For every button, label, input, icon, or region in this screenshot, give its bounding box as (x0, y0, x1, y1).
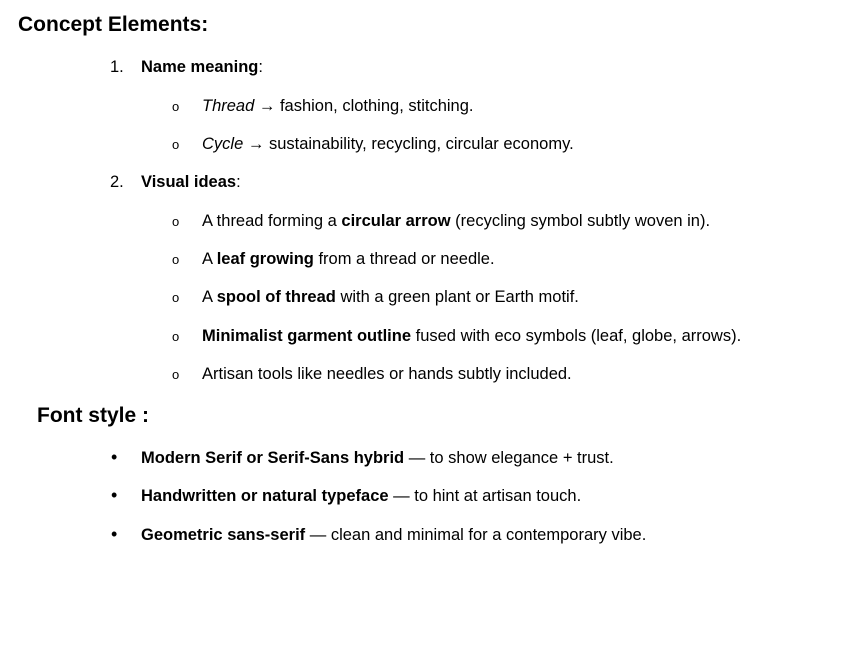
arrow: → (243, 135, 269, 153)
font-item-modern-serif: Modern Serif or Serif-Sans hybrid — to s… (141, 447, 614, 469)
sub-item-thread: Thread → fashion, clothing, stitching. (202, 95, 473, 117)
list-number: 1. (110, 58, 124, 76)
sub-item-garment-outline: Minimalist garment outline fused with ec… (202, 325, 741, 347)
font-item-geometric-sans: Geometric sans-serif — clean and minimal… (141, 524, 646, 546)
sub-bullet: o (172, 99, 180, 114)
list-item-visual-ideas: Visual ideas: (141, 171, 241, 193)
sub-bullet: o (172, 367, 180, 382)
bold-segment: Handwritten or natural typeface (141, 487, 389, 505)
sub-bullet: o (172, 214, 180, 229)
bullet: • (111, 447, 118, 467)
text-segment: A (202, 288, 217, 306)
list-item-title: Name meaning (141, 58, 259, 76)
sub-item-term: Cycle (202, 135, 244, 153)
text-segment: (recycling symbol subtly woven in). (450, 212, 711, 230)
text-segment: fused with eco symbols (leaf, globe, arr… (411, 327, 742, 345)
text-segment: A thread forming a (202, 212, 342, 230)
list-item-title: Visual ideas (141, 173, 237, 191)
list-item-name-meaning: Name meaning: (141, 56, 263, 78)
sub-bullet: o (172, 329, 180, 344)
text-segment: from a thread or needle. (313, 250, 495, 268)
sub-bullet: o (172, 252, 180, 267)
sub-item-artisan-tools: Artisan tools like needles or hands subt… (202, 363, 572, 385)
list-number: 2. (110, 173, 124, 191)
text-segment: — clean and minimal for a contemporary v… (305, 526, 647, 544)
sub-item-text: sustainability, recycling, circular econ… (268, 135, 574, 153)
font-item-handwritten: Handwritten or natural typeface — to hin… (141, 485, 581, 507)
document-page: Concept Elements: 1. Name meaning: o Thr… (0, 0, 844, 664)
bold-segment: Modern Serif or Serif-Sans hybrid (141, 449, 405, 467)
text-segment: Artisan tools like needles or hands subt… (202, 365, 572, 383)
bold-segment: circular arrow (341, 212, 451, 230)
sub-bullet: o (172, 137, 180, 152)
bullet: • (111, 524, 118, 544)
bullet: • (111, 485, 118, 505)
font-style-heading: Font style : (37, 404, 150, 427)
sub-item-text: fashion, clothing, stitching. (279, 97, 474, 115)
list-item-suffix: : (258, 58, 263, 76)
text-segment: A (202, 250, 217, 268)
bold-segment: leaf growing (216, 250, 314, 268)
bold-segment: spool of thread (216, 288, 336, 306)
bold-segment: Geometric sans-serif (141, 526, 306, 544)
sub-bullet: o (172, 290, 180, 305)
sub-item-leaf-growing: A leaf growing from a thread or needle. (202, 248, 495, 270)
bold-segment: Minimalist garment outline (202, 327, 412, 345)
concept-elements-heading: Concept Elements: (18, 13, 209, 36)
sub-item-circular-arrow: A thread forming a circular arrow (recyc… (202, 210, 710, 232)
text-segment: — to show elegance + trust. (404, 449, 614, 467)
sub-item-cycle: Cycle → sustainability, recycling, circu… (202, 133, 574, 155)
text-segment: — to hint at artisan touch. (388, 487, 582, 505)
sub-item-spool: A spool of thread with a green plant or … (202, 286, 579, 308)
list-item-suffix: : (236, 173, 241, 191)
arrow: → (254, 97, 280, 115)
sub-item-term: Thread (202, 97, 255, 115)
text-segment: with a green plant or Earth motif. (335, 288, 579, 306)
